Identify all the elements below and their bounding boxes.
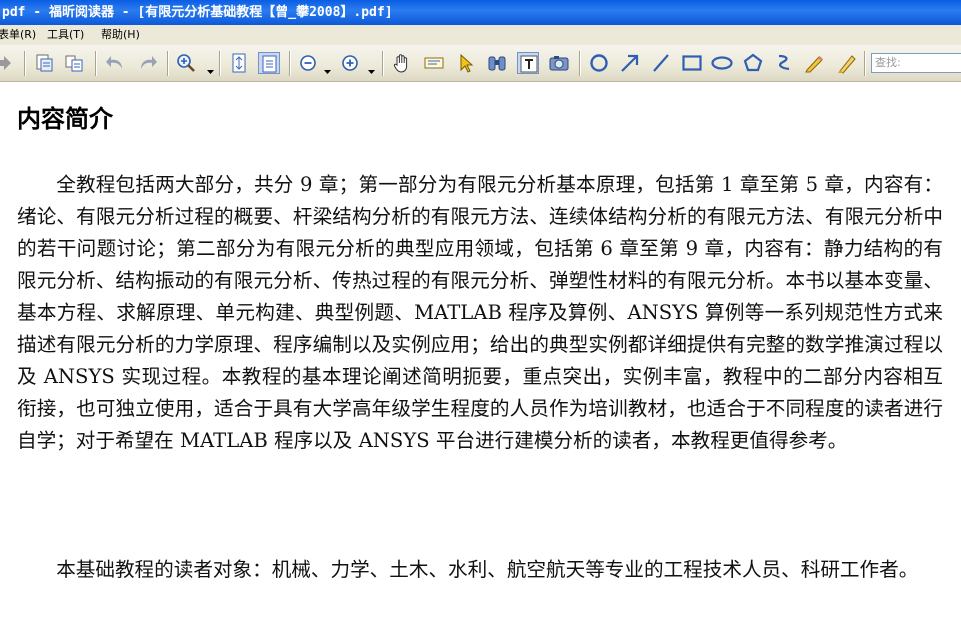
page-heading: 内容简介 [17, 104, 113, 133]
paragraph-main: 全教程包括两大部分，共分 9 章；第一部分为有限元分析基本原理，包括第 1 章至… [17, 173, 943, 452]
toolbar-separator [219, 51, 221, 76]
ellipse-icon[interactable] [711, 52, 733, 74]
toolbar-separator [24, 51, 26, 76]
chevron-down-icon[interactable] [207, 60, 214, 74]
text-select-icon[interactable] [517, 52, 539, 74]
toolbar [0, 45, 961, 82]
line-arrow-icon[interactable] [619, 52, 641, 74]
rectangle-icon[interactable] [681, 52, 703, 74]
toolbar-separator [95, 51, 97, 76]
menu-tools[interactable]: 工具(T) [47, 25, 84, 45]
squiggle-icon[interactable] [773, 52, 795, 74]
line-icon[interactable] [650, 52, 672, 74]
toolbar-separator [579, 51, 581, 76]
zoom-in-icon[interactable] [175, 52, 197, 74]
menu-bar: 表单(R) 工具(T) 帮助(H) [0, 25, 961, 45]
toolbar-separator [167, 51, 169, 76]
pdf-page-view[interactable]: 内容简介 全教程包括两大部分，共分 9 章；第一部分为有限元分析基本原理，包括第… [0, 83, 961, 640]
hand-icon[interactable] [391, 52, 413, 74]
menu-help[interactable]: 帮助(H) [101, 25, 140, 45]
redo-icon[interactable] [136, 52, 158, 74]
chevron-down-icon[interactable] [368, 60, 375, 74]
toolbar-separator [382, 51, 384, 76]
toolbar-separator [864, 51, 866, 76]
fit-page-icon[interactable] [228, 52, 250, 74]
window-title: pdf - 福昕阅读器 - [有限元分析基础教程【曾_攀2008】.pdf] [2, 5, 393, 20]
paragraph-readers: 本基础教程的读者对象：机械、力学、土木、水利、航空航天等专业的工程技术人员、科研… [56, 558, 919, 581]
zoom-plus-icon[interactable] [339, 52, 361, 74]
open-file-icon[interactable] [33, 52, 55, 74]
circle-icon[interactable] [588, 52, 610, 74]
binoculars-icon[interactable] [486, 52, 508, 74]
snapshot-icon[interactable] [423, 52, 445, 74]
search-input[interactable]: 查找: [871, 53, 961, 73]
select-arrow-icon[interactable] [455, 52, 477, 74]
fit-width-icon[interactable] [258, 52, 280, 74]
chevron-down-icon[interactable] [324, 60, 331, 74]
highlighter-icon[interactable] [835, 52, 857, 74]
pencil-icon[interactable] [803, 52, 825, 74]
camera-icon[interactable] [548, 52, 570, 74]
pentagon-icon[interactable] [742, 52, 764, 74]
zoom-out-icon[interactable] [297, 52, 319, 74]
toolbar-separator [289, 51, 291, 76]
arrow-right-icon[interactable] [0, 52, 14, 74]
window-titlebar[interactable]: pdf - 福昕阅读器 - [有限元分析基础教程【曾_攀2008】.pdf] [0, 0, 961, 25]
menu-form[interactable]: 表单(R) [0, 25, 36, 45]
undo-icon[interactable] [105, 52, 127, 74]
print-icon[interactable] [63, 52, 85, 74]
